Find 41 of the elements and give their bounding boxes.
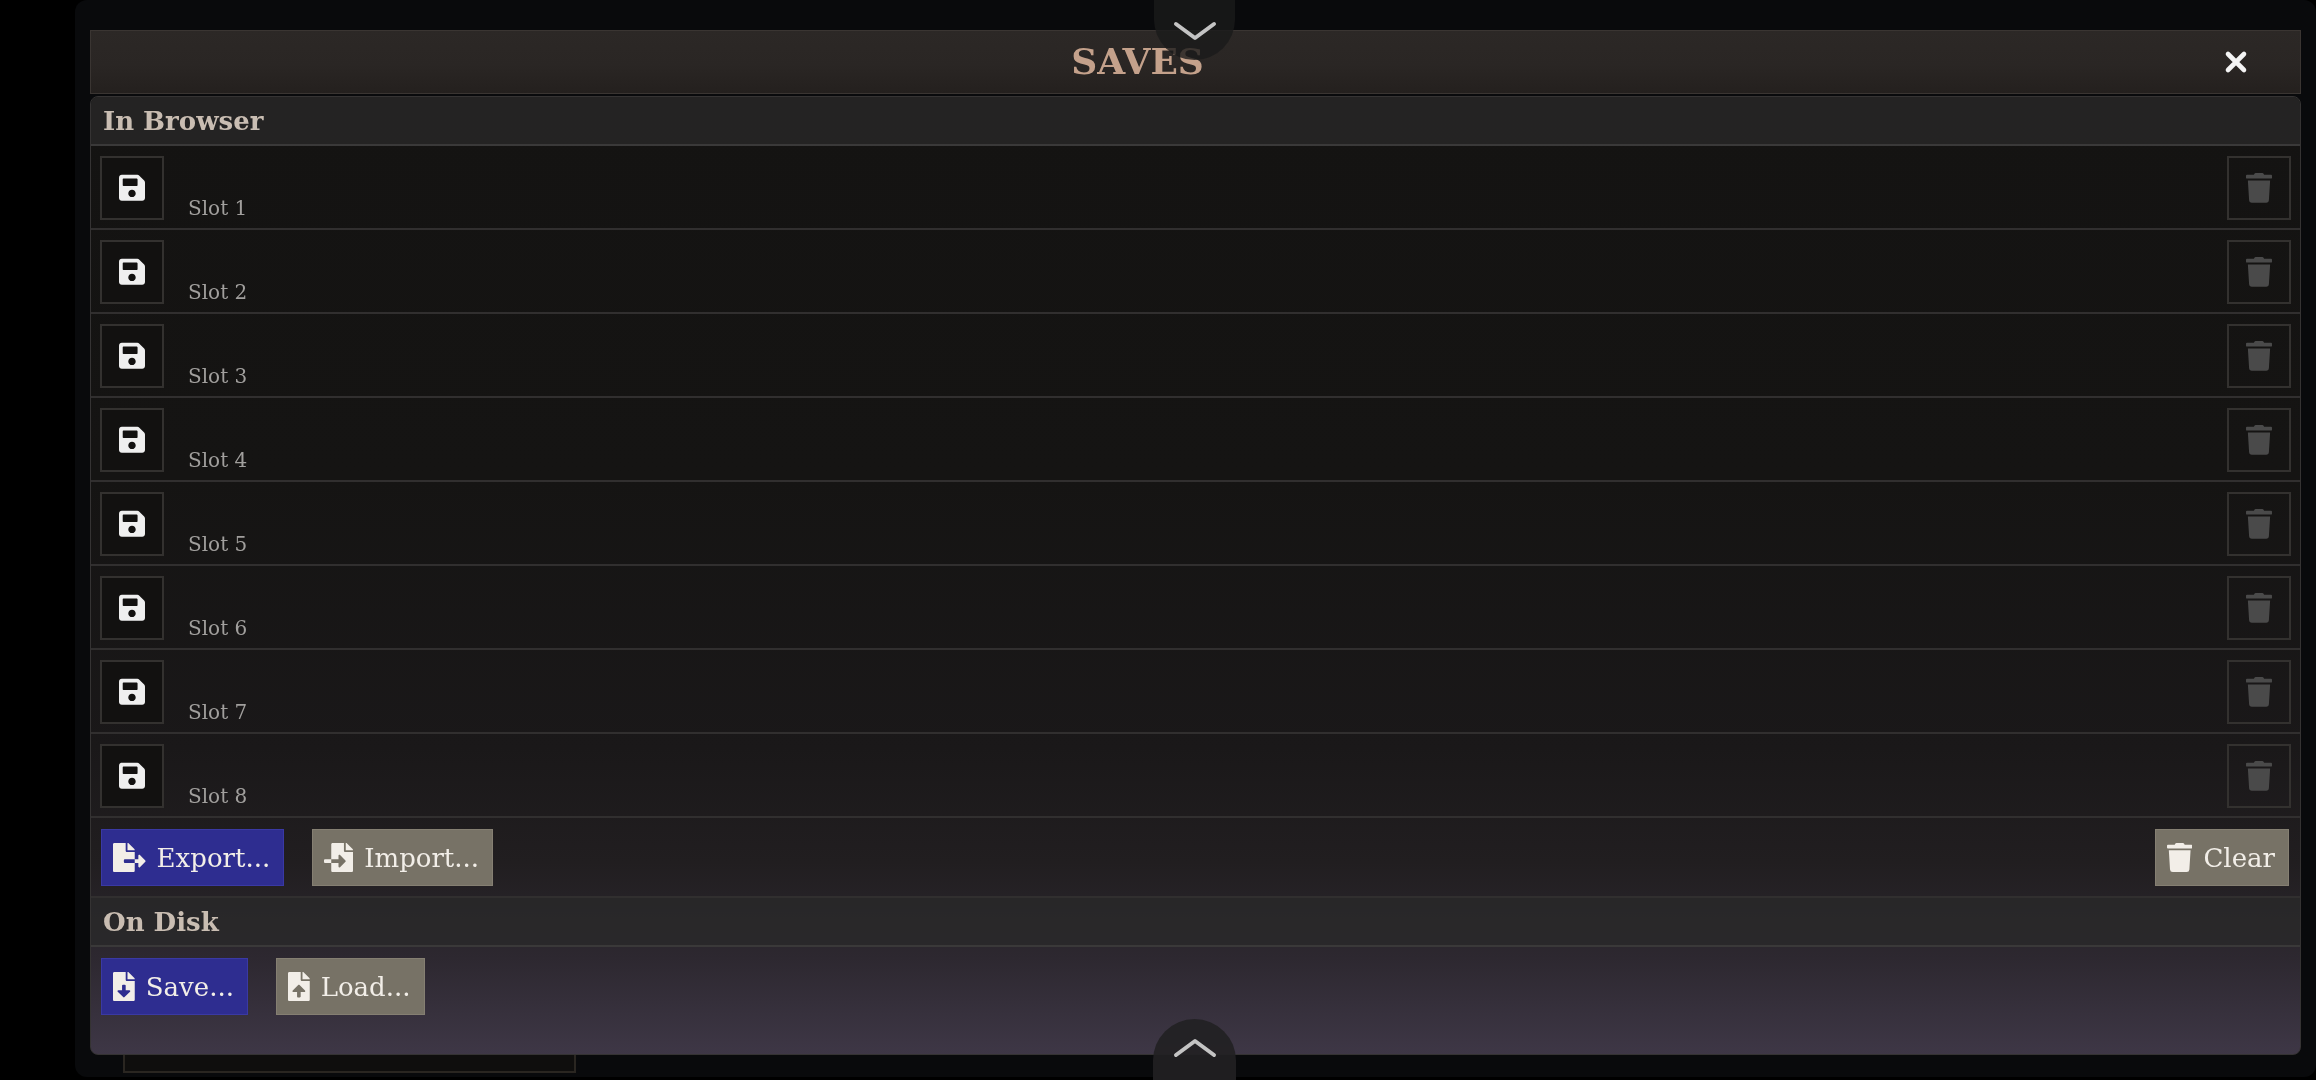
save-slot-button[interactable]: [100, 744, 164, 808]
file-upload-icon: [287, 972, 310, 1001]
dialog-title: SAVES: [1071, 42, 1204, 82]
file-download-icon: [113, 972, 135, 1001]
save-slot-button[interactable]: [100, 408, 164, 472]
save-slot-button[interactable]: [100, 576, 164, 640]
trash-icon: [2246, 341, 2272, 371]
load-button[interactable]: Load...: [275, 958, 425, 1015]
chevron-down-icon: [1172, 21, 1217, 41]
save-slot-button[interactable]: [100, 324, 164, 388]
file-export-icon: [113, 843, 146, 872]
trash-icon: [2246, 173, 2272, 203]
import-button[interactable]: Import...: [312, 829, 494, 886]
trash-icon: [2246, 257, 2272, 287]
slot-label: Slot 3: [188, 366, 248, 386]
save-slot-button[interactable]: [100, 156, 164, 220]
file-import-icon: [324, 843, 354, 872]
trash-icon: [2246, 677, 2272, 707]
trash-icon: [2246, 761, 2272, 791]
slot-label: Slot 7: [188, 702, 248, 722]
trash-icon: [2246, 593, 2272, 623]
save-slot-button[interactable]: [100, 660, 164, 724]
section-heading: On Disk: [91, 898, 2300, 947]
save-button[interactable]: Save...: [101, 958, 248, 1015]
close-icon: [2224, 50, 2248, 74]
chevron-up-icon: [1172, 1038, 1217, 1058]
save-slot-button[interactable]: [100, 492, 164, 556]
slot-label: Slot 1: [188, 198, 248, 218]
trash-icon: [2246, 425, 2272, 455]
trash-icon: [2246, 509, 2272, 539]
slot-label: Slot 8: [188, 786, 248, 806]
export-button[interactable]: Export...: [101, 829, 285, 886]
slot-label: Slot 2: [188, 282, 248, 302]
slot-label: Slot 5: [188, 534, 248, 554]
section-heading: In Browser: [91, 97, 2300, 146]
slot-label: Slot 4: [188, 450, 248, 470]
slot-label: Slot 6: [188, 618, 248, 638]
close-button[interactable]: [2224, 50, 2248, 74]
save-slot-button[interactable]: [100, 240, 164, 304]
trash-icon: [2167, 843, 2193, 872]
clear-button[interactable]: Clear: [2155, 829, 2289, 886]
